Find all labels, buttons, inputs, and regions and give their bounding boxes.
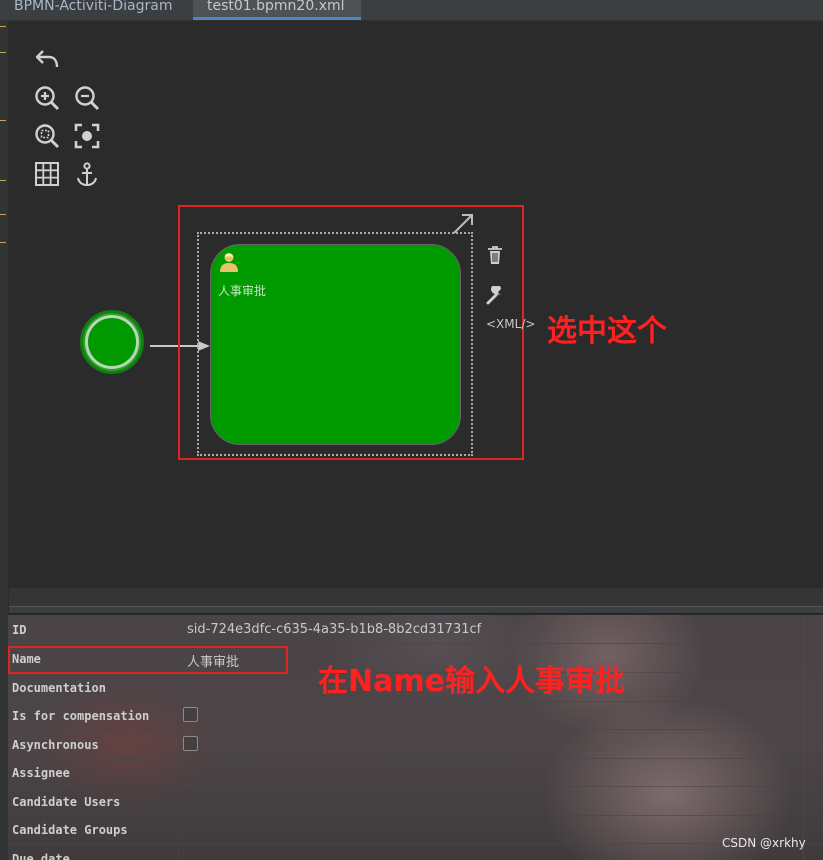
property-label: Is for compensation (12, 709, 150, 723)
panel-splitter[interactable] (9, 606, 823, 614)
gutter-marker (0, 242, 6, 243)
property-label: Candidate Users (12, 794, 121, 809)
property-row: Due date (8, 843, 823, 860)
property-value-cell[interactable] (178, 729, 804, 758)
zoom-fit-icon[interactable] (33, 122, 61, 150)
gutter-marker (0, 214, 6, 215)
property-value-cell[interactable]: sid-724e3dfc-c635-4a35-b1b8-8b2cd31731cf (178, 615, 804, 643)
start-event[interactable] (80, 310, 144, 374)
property-label: Assignee (12, 766, 70, 780)
property-value-cell[interactable] (178, 701, 804, 729)
gutter-marker (0, 52, 6, 53)
anchor-icon[interactable] (73, 160, 101, 188)
gutter-marker (0, 120, 6, 121)
property-label: Asynchronous (12, 737, 99, 752)
gutter-marker (0, 26, 6, 27)
tab-test01-bpmn20-xml[interactable]: test01.bpmn20.xml (193, 0, 361, 20)
property-row: Asynchronous (8, 729, 823, 759)
property-value-cell[interactable] (178, 758, 804, 786)
property-row: Candidate Users (8, 786, 823, 816)
canvas-bottom-strip (9, 588, 823, 606)
tab-bpmn-activiti-diagram[interactable]: BPMN-Activiti-Diagram (14, 0, 172, 20)
property-label: Candidate Groups (12, 823, 128, 837)
start-event-inner (85, 315, 139, 369)
user-task[interactable] (210, 244, 461, 445)
property-label: Due date (12, 851, 70, 860)
annotation-select-this: 选中这个 (547, 314, 667, 349)
properties-scrollbar[interactable] (803, 615, 823, 860)
editor-tab-bar: BPMN-Activiti-Diagram test01.bpmn20.xml (0, 0, 823, 21)
zoom-out-icon[interactable] (73, 84, 101, 112)
task-label: 人事审批 (218, 284, 267, 298)
property-row: Is for compensation (8, 701, 823, 730)
property-value[interactable]: sid-724e3dfc-c635-4a35-b1b8-8b2cd31731cf (187, 622, 481, 637)
zoom-actual-icon[interactable] (73, 122, 101, 150)
property-value-cell[interactable] (178, 843, 804, 860)
annotation-enter-name: 在Name输入人事审批 (318, 664, 625, 699)
undo-icon[interactable] (33, 45, 61, 73)
property-checkbox[interactable] (183, 707, 198, 722)
property-checkbox[interactable] (183, 735, 198, 751)
user-icon (220, 253, 238, 272)
property-row: Assignee (8, 758, 823, 787)
property-row: Candidate Groups (8, 815, 823, 844)
property-value-cell[interactable] (178, 815, 804, 843)
wrench-icon[interactable] (485, 286, 505, 306)
property-value-cell[interactable] (178, 786, 804, 815)
trash-icon[interactable] (485, 244, 505, 266)
grid-icon[interactable] (33, 160, 61, 188)
left-gutter (0, 20, 8, 860)
property-row: ID sid-724e3dfc-c635-4a35-b1b8-8b2cd31731… (8, 615, 823, 644)
property-label: Documentation (12, 680, 106, 695)
property-label: ID (12, 623, 27, 637)
zoom-in-icon[interactable] (33, 84, 61, 112)
csdn-watermark: CSDN @xrkhy (722, 836, 806, 850)
name-row-highlight (8, 646, 288, 674)
gutter-marker (0, 180, 6, 181)
xml-link[interactable]: <XML/> (486, 317, 535, 331)
resize-arrow-icon[interactable] (450, 212, 476, 236)
